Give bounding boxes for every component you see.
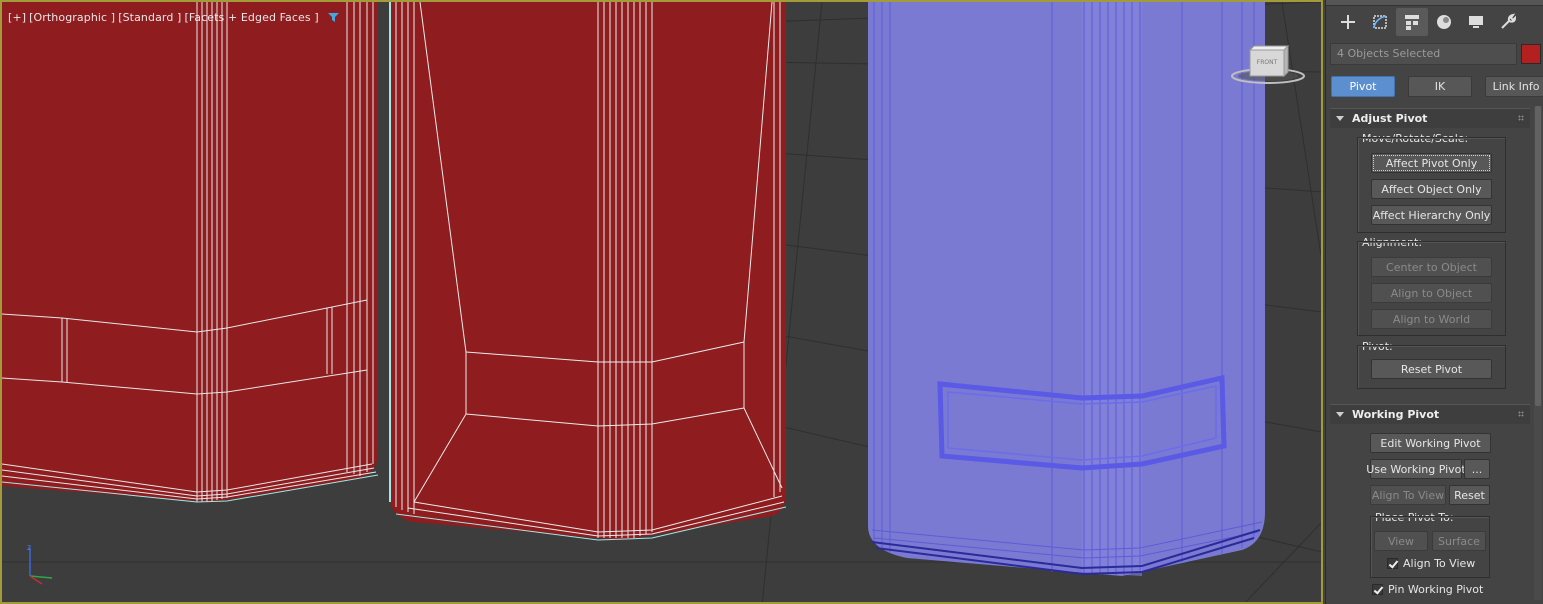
working-pivot-rollout-header[interactable]: Working Pivot <box>1330 404 1530 424</box>
align-to-view-button[interactable]: Align To View <box>1370 485 1446 505</box>
red-box-middle <box>389 2 787 541</box>
wrench-icon <box>1501 13 1517 29</box>
viewport-scene <box>2 2 1321 602</box>
affect-pivot-only-button[interactable]: Affect Pivot Only <box>1371 153 1492 173</box>
motion-icon <box>1437 15 1451 29</box>
modify-tab[interactable] <box>1364 8 1396 36</box>
use-working-pivot-button[interactable]: Use Working Pivot <box>1366 459 1466 479</box>
blue-box-right <box>868 2 1265 576</box>
align-to-object-button[interactable]: Align to Object <box>1371 283 1492 303</box>
align-to-view-checkbox-row[interactable]: Align To View <box>1387 557 1475 570</box>
svg-text:z: z <box>27 543 31 552</box>
create-tab[interactable] <box>1332 8 1364 36</box>
pivot-mode-button[interactable]: Pivot <box>1331 76 1395 97</box>
collapse-arrow-icon <box>1336 116 1344 121</box>
affect-hierarchy-only-button[interactable]: Affect Hierarchy Only <box>1371 205 1492 225</box>
display-tab[interactable] <box>1460 8 1492 36</box>
motion-tab[interactable] <box>1428 8 1460 36</box>
reset-working-pivot-button[interactable]: Reset <box>1449 485 1490 505</box>
ik-mode-button[interactable]: IK <box>1408 76 1472 97</box>
modify-icon <box>1373 15 1387 29</box>
link-info-mode-button[interactable]: Link Info <box>1485 76 1543 97</box>
viewport-shading-mode-menu[interactable]: [Standard ] <box>118 11 181 24</box>
align-to-view-checkbox[interactable] <box>1387 558 1398 569</box>
center-to-object-button[interactable]: Center to Object <box>1371 257 1492 277</box>
working-pivot-title: Working Pivot <box>1352 408 1440 421</box>
hierarchy-icon <box>1405 15 1419 30</box>
scrollbar-thumb[interactable] <box>1535 106 1541 406</box>
selection-name-field[interactable]: 4 Objects Selected <box>1330 43 1517 65</box>
red-box-left <box>2 2 379 503</box>
svg-text:FRONT: FRONT <box>1257 59 1278 66</box>
display-icon <box>1469 16 1483 28</box>
collapse-arrow-icon <box>1336 412 1344 417</box>
viewcube-icon[interactable]: FRONT <box>1230 42 1306 88</box>
viewport-plus-menu[interactable]: [+] <box>8 11 26 24</box>
working-pivot-options-button[interactable]: ... <box>1464 459 1490 479</box>
viewport-display-style-menu[interactable]: [Facets + Edged Faces ] <box>184 11 318 24</box>
rollout-grip-icon[interactable] <box>1518 115 1524 121</box>
command-panel-tabs <box>1326 6 1543 38</box>
axis-tripod-icon: z <box>27 543 53 585</box>
rollout-grip-icon[interactable] <box>1518 411 1524 417</box>
object-color-swatch[interactable] <box>1521 44 1541 64</box>
plus-icon <box>1341 15 1355 29</box>
place-to-view-button[interactable]: View <box>1374 531 1428 551</box>
align-to-world-button[interactable]: Align to World <box>1371 309 1492 329</box>
viewport-projection-menu[interactable]: [Orthographic ] <box>29 11 115 24</box>
command-panel: 4 Objects Selected Pivot IK Link Info Ad… <box>1325 0 1543 604</box>
hierarchy-mode-buttons: Pivot IK Link Info <box>1331 76 1543 97</box>
reset-pivot-button[interactable]: Reset Pivot <box>1371 359 1492 379</box>
adjust-pivot-rollout-header[interactable]: Adjust Pivot <box>1330 108 1530 128</box>
pin-working-pivot-checkbox[interactable] <box>1372 584 1383 595</box>
place-to-surface-button[interactable]: Surface <box>1432 531 1486 551</box>
pin-working-pivot-checkbox-row[interactable]: Pin Working Pivot <box>1372 583 1483 596</box>
filter-icon[interactable] <box>327 12 339 23</box>
affect-object-only-button[interactable]: Affect Object Only <box>1371 179 1492 199</box>
hierarchy-tab[interactable] <box>1396 8 1428 36</box>
command-panel-scrollbar[interactable] <box>1534 106 1542 600</box>
adjust-pivot-title: Adjust Pivot <box>1352 112 1428 125</box>
viewport-label-menu[interactable]: [+] [Orthographic ] [Standard ] [Facets … <box>8 11 339 24</box>
utilities-tab[interactable] <box>1492 8 1524 36</box>
perspective-viewport[interactable]: [+] [Orthographic ] [Standard ] [Facets … <box>0 0 1323 604</box>
edit-working-pivot-button[interactable]: Edit Working Pivot <box>1370 433 1491 453</box>
align-to-view-check-label: Align To View <box>1403 557 1476 570</box>
pin-working-pivot-label: Pin Working Pivot <box>1388 583 1484 596</box>
